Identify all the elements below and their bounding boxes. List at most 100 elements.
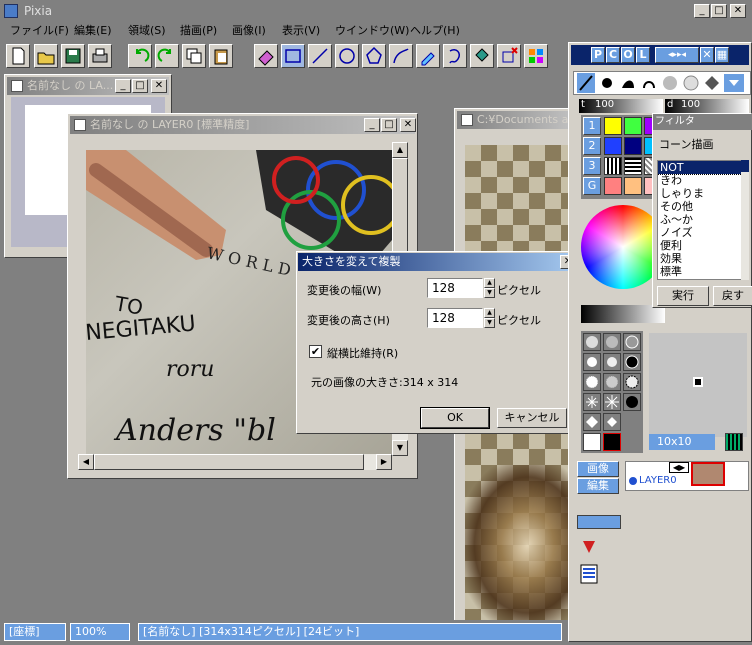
brush-shape-6[interactable]: [623, 353, 641, 371]
mode-c-button[interactable]: C: [606, 47, 620, 63]
save-icon[interactable]: [61, 44, 85, 68]
density-slider[interactable]: d 100: [665, 99, 749, 113]
layer-thumbnail[interactable]: [691, 462, 725, 486]
brush-shape-3[interactable]: [623, 333, 641, 351]
palette-row-g-button[interactable]: G: [583, 177, 601, 195]
palette-row-2-button[interactable]: 2: [583, 137, 601, 155]
scroll-down-button[interactable]: ▼: [392, 440, 408, 456]
height-down-button[interactable]: ▼: [484, 318, 495, 328]
palette-close-icon[interactable]: ✕: [700, 47, 714, 63]
palette-tile-icon[interactable]: ▦: [715, 47, 729, 63]
app-close-button[interactable]: ✕: [730, 4, 746, 18]
main-minimize-button[interactable]: _: [364, 118, 380, 132]
mode-p-button[interactable]: P: [591, 47, 605, 63]
color-swatch-pattern-2[interactable]: [624, 157, 642, 175]
scroll-right-button[interactable]: ▶: [376, 454, 392, 470]
blur-tool-icon[interactable]: [661, 74, 679, 92]
filter-panel[interactable]: フィルタ コーン描画 NOT きわ しゃりま その他 ふ～か ノイズ 便利 効果…: [652, 113, 752, 308]
keep-ratio-label[interactable]: 縦横比維持(R): [327, 345, 398, 361]
layer-name[interactable]: LAYER0: [639, 475, 677, 486]
keep-ratio-checkbox[interactable]: ✔: [309, 345, 322, 358]
size-slider[interactable]: t 100: [579, 99, 663, 113]
fill-tool-icon[interactable]: [470, 44, 494, 68]
line-tool-icon[interactable]: [308, 44, 332, 68]
mode-o-button[interactable]: O: [621, 47, 635, 63]
brush-shape-7[interactable]: [583, 373, 601, 391]
pattern-tool-icon[interactable]: [524, 44, 548, 68]
width-down-button[interactable]: ▼: [484, 288, 495, 298]
brush-shape-1[interactable]: [583, 333, 601, 351]
ok-button[interactable]: OK: [420, 407, 490, 429]
menu-window[interactable]: ウインドウ(W): [335, 22, 409, 38]
palette-row-1-button[interactable]: 1: [583, 117, 601, 135]
layer-blue-bar[interactable]: [577, 515, 621, 529]
color-swatch-blue[interactable]: [604, 137, 622, 155]
menu-draw[interactable]: 描画(P): [180, 22, 217, 38]
app-minimize-button[interactable]: _: [694, 4, 710, 18]
brush-shape-16[interactable]: [603, 433, 621, 451]
color-swatch-navy[interactable]: [624, 137, 642, 155]
polygon-tool-icon[interactable]: [362, 44, 386, 68]
filter-list-scrollbar[interactable]: [741, 160, 749, 280]
layer-delete-icon[interactable]: [579, 537, 599, 557]
palette-arrange-button[interactable]: ◂▸▸◂: [655, 47, 699, 63]
color-swatch-yellow[interactable]: [604, 117, 622, 135]
filter-item-noise[interactable]: ノイズ: [658, 226, 744, 239]
filter-item-kiwa[interactable]: きわ: [658, 174, 744, 187]
palette-row-3-button[interactable]: 3: [583, 157, 601, 175]
main-close-button[interactable]: ✕: [400, 118, 416, 132]
brush-shape-10[interactable]: [583, 393, 601, 411]
right-window-titlebar[interactable]: C:¥Documents and...: [457, 111, 571, 129]
menu-selection[interactable]: 領域(S): [128, 22, 166, 38]
height-up-button[interactable]: ▲: [484, 308, 495, 318]
menu-image[interactable]: 画像(I): [232, 22, 266, 38]
menu-edit[interactable]: 編集(E): [74, 22, 112, 38]
resize-dialog-titlebar[interactable]: 大きさを変えて複製: [298, 253, 577, 271]
new-file-icon[interactable]: [6, 44, 30, 68]
small-close-button[interactable]: ✕: [151, 79, 167, 93]
color-swatch-pattern-1[interactable]: [604, 157, 622, 175]
height-spinner[interactable]: ▲ ▼: [484, 308, 495, 328]
color-swatch-green[interactable]: [624, 117, 642, 135]
main-horizontal-scrollbar[interactable]: ◀ ▶: [78, 454, 392, 470]
rectangle-tool-icon[interactable]: [281, 44, 305, 68]
crop-tool-icon[interactable]: [497, 44, 521, 68]
print-icon[interactable]: [88, 44, 112, 68]
redo-icon[interactable]: [155, 44, 179, 68]
menu-help[interactable]: ヘルプ(H): [410, 22, 460, 38]
width-up-button[interactable]: ▲: [484, 278, 495, 288]
brush-dropdown-icon[interactable]: [724, 74, 744, 92]
filter-item-effect[interactable]: 効果: [658, 252, 744, 265]
brush-shape-9[interactable]: [623, 373, 641, 391]
layer-list-icon[interactable]: [579, 563, 599, 585]
scroll-up-button[interactable]: ▲: [392, 142, 408, 158]
menu-file[interactable]: ファイル(F): [10, 22, 69, 38]
layer-arrows-icon[interactable]: ◀▶: [669, 462, 689, 473]
width-field[interactable]: 128: [427, 278, 483, 298]
layer-tab-image[interactable]: 画像: [577, 461, 619, 477]
filter-item-convenient[interactable]: 便利: [658, 239, 744, 252]
filter-item-other[interactable]: その他: [658, 200, 744, 213]
small-maximize-button[interactable]: □: [132, 79, 148, 93]
scroll-left-button[interactable]: ◀: [78, 454, 94, 470]
stamp-tool-icon[interactable]: [703, 74, 721, 92]
smudge-tool-icon[interactable]: [640, 74, 658, 92]
brush-grid-icon[interactable]: [725, 433, 743, 451]
height-field[interactable]: 128: [427, 308, 483, 328]
brush-shape-14[interactable]: [603, 413, 621, 431]
filter-item-not[interactable]: NOT: [658, 161, 744, 175]
copy-icon[interactable]: [182, 44, 206, 68]
brush-shape-15[interactable]: [583, 433, 601, 451]
brush-shape-4[interactable]: [583, 353, 601, 371]
paste-icon[interactable]: [209, 44, 233, 68]
filter-item-fuka[interactable]: ふ～か: [658, 213, 744, 226]
airbrush-tool-icon[interactable]: [619, 74, 637, 92]
app-maximize-button[interactable]: □: [711, 4, 727, 18]
menu-view[interactable]: 表示(V): [282, 22, 320, 38]
brush-shape-13[interactable]: [583, 413, 601, 431]
small-minimize-button[interactable]: _: [115, 79, 131, 93]
filter-scroll-top[interactable]: [741, 160, 749, 172]
soft-brush-tool-icon[interactable]: [682, 74, 700, 92]
brush-shape-11[interactable]: [603, 393, 621, 411]
lasso-tool-icon[interactable]: [443, 44, 467, 68]
